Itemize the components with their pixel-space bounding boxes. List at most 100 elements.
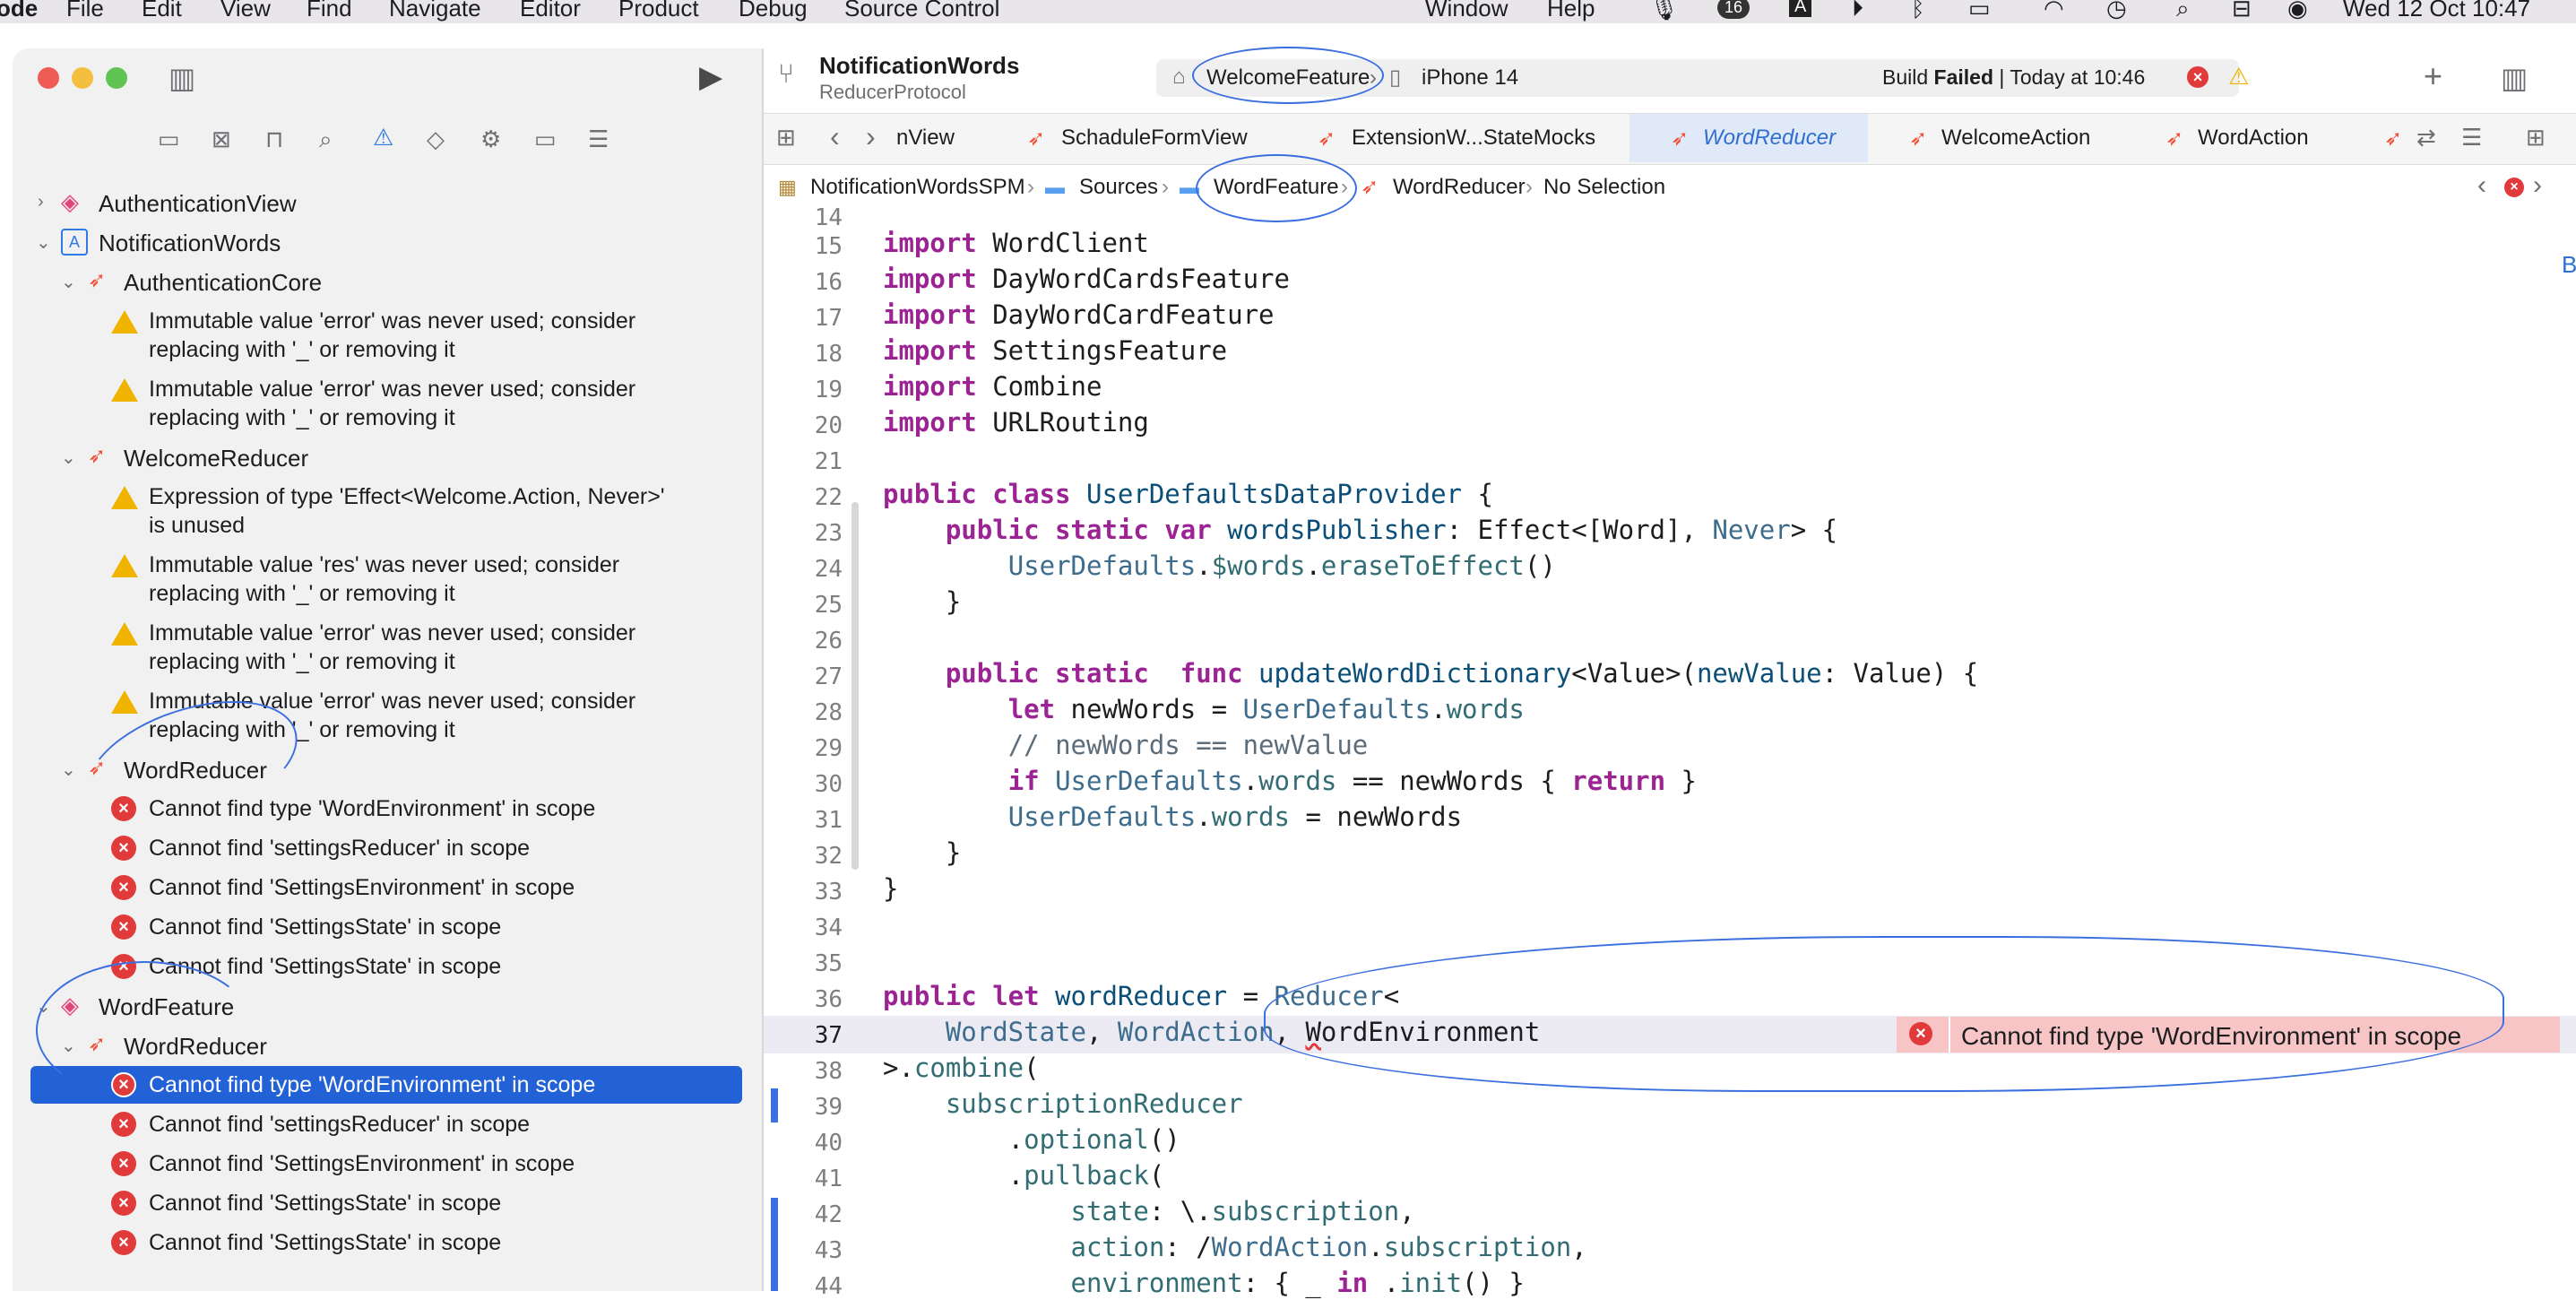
- code-line[interactable]: >.combine(: [883, 1053, 1040, 1083]
- warning-count-icon[interactable]: ⚠: [2228, 63, 2249, 91]
- zoom-window-button[interactable]: [106, 67, 127, 89]
- menu-product[interactable]: Product: [618, 0, 699, 22]
- code-line[interactable]: public static func updateWordDictionary<…: [883, 658, 1978, 689]
- code-line[interactable]: }: [883, 586, 961, 617]
- minimize-window-button[interactable]: [72, 67, 93, 89]
- menu-clock[interactable]: Wed 12 Oct 10:47: [2343, 0, 2530, 22]
- tab-nview[interactable]: nView: [896, 115, 955, 161]
- menu-file[interactable]: File: [66, 0, 104, 22]
- code-line[interactable]: environment: { _ in .init() }: [883, 1268, 1525, 1298]
- destination-selector[interactable]: iPhone 14: [1422, 65, 1518, 91]
- issue-warning-text[interactable]: Immutable value 'error' was never used; …: [149, 619, 635, 676]
- tab-schaduleformview[interactable]: SchaduleFormView: [1061, 115, 1248, 161]
- spotlight-icon[interactable]: ⌕: [2176, 0, 2190, 23]
- back-icon[interactable]: ‹: [830, 120, 840, 153]
- breadcrumb-package[interactable]: NotificationWordsSPM: [810, 175, 1025, 200]
- editor-options-icon[interactable]: ☰: [2461, 124, 2482, 152]
- source-control-navigator-icon[interactable]: ⊠: [212, 126, 231, 153]
- tree-item-notificationwords[interactable]: NotificationWords: [99, 230, 281, 257]
- code-line[interactable]: action: /WordAction.subscription,: [883, 1232, 1587, 1262]
- bluetooth-icon[interactable]: ᛒ: [1911, 0, 1925, 22]
- add-library-icon[interactable]: +: [2424, 57, 2442, 95]
- menu-app-name[interactable]: ode: [0, 0, 38, 22]
- play-status-icon[interactable]: ⏵: [1852, 0, 1863, 23]
- menu-window[interactable]: Window: [1425, 0, 1508, 22]
- build-status[interactable]: Build Failed | Today at 10:46: [1882, 65, 2145, 90]
- disclosure-expanded-icon[interactable]: ⌄: [61, 271, 76, 293]
- notification-badge[interactable]: 16: [1717, 0, 1750, 19]
- issue-error-text[interactable]: Cannot find 'SettingsEnvironment' in sco…: [149, 873, 575, 902]
- previous-issue-icon[interactable]: ‹: [2477, 170, 2486, 201]
- code-line[interactable]: import URLRouting: [883, 407, 1149, 438]
- sidebar-toggle-icon[interactable]: ▥: [169, 61, 195, 95]
- battery-icon[interactable]: ▭: [1968, 0, 1991, 22]
- add-editor-icon[interactable]: ⊞: [2526, 124, 2546, 152]
- code-line[interactable]: }: [883, 873, 898, 904]
- close-window-button[interactable]: [38, 67, 59, 89]
- disclosure-expanded-icon[interactable]: ⌄: [36, 231, 51, 254]
- code-line[interactable]: .optional(): [883, 1124, 1180, 1155]
- code-line[interactable]: UserDefaults.words = newWords: [883, 802, 1462, 832]
- menu-navigate[interactable]: Navigate: [389, 0, 481, 22]
- code-line[interactable]: public static var wordsPublisher: Effect…: [883, 515, 1837, 545]
- tree-item-welcomereducer[interactable]: WelcomeReducer: [124, 445, 308, 472]
- tab-wordaction[interactable]: WordAction: [2198, 115, 2309, 161]
- breadcrumb-wordreducer[interactable]: WordReducer: [1393, 175, 1526, 200]
- related-items-icon[interactable]: ⊞: [776, 124, 796, 152]
- issue-error-text[interactable]: Cannot find 'settingsReducer' in scope: [149, 834, 530, 862]
- code-line[interactable]: if UserDefaults.words == newWords { retu…: [883, 766, 1697, 796]
- menu-editor[interactable]: Editor: [520, 0, 581, 22]
- issue-warning-text[interactable]: Immutable value 'res' was never used; co…: [149, 550, 619, 608]
- issue-warning-text[interactable]: Expression of type 'Effect<Welcome.Actio…: [149, 482, 665, 540]
- issue-warning-text[interactable]: Immutable value 'error' was never used; …: [149, 375, 635, 432]
- debug-navigator-icon[interactable]: ⚙: [480, 126, 501, 153]
- code-line[interactable]: import DayWordCardsFeature: [883, 264, 1290, 294]
- issue-warning-text[interactable]: Immutable value 'error' was never used; …: [149, 307, 635, 364]
- disclosure-expanded-icon[interactable]: ⌄: [61, 446, 76, 469]
- menu-edit[interactable]: Edit: [142, 0, 182, 22]
- tab-wordreducer[interactable]: WordReducer: [1703, 115, 1836, 161]
- microphone-icon[interactable]: 🎙: [1649, 0, 1679, 22]
- issue-error-text[interactable]: Cannot find 'SettingsEnvironment' in sco…: [149, 1149, 575, 1178]
- code-line[interactable]: // newWords == newValue: [883, 730, 1369, 760]
- split-editor-icon[interactable]: ⇄: [2416, 124, 2436, 152]
- menu-find[interactable]: Find: [307, 0, 352, 22]
- disclosure-collapsed-icon[interactable]: ›: [38, 192, 44, 212]
- tree-item-authenticationview[interactable]: AuthenticationView: [99, 190, 297, 218]
- issue-error-text[interactable]: Cannot find 'settingsReducer' in scope: [149, 1110, 530, 1139]
- code-line[interactable]: import SettingsFeature: [883, 335, 1227, 366]
- branch-name[interactable]: ReducerProtocol: [819, 81, 966, 104]
- siri-icon[interactable]: ◉: [2287, 0, 2308, 22]
- error-count-icon[interactable]: ×: [2187, 66, 2209, 88]
- menu-debug[interactable]: Debug: [739, 0, 808, 22]
- inspector-toggle-icon[interactable]: ▥: [2501, 61, 2528, 95]
- code-line[interactable]: public class UserDefaultsDataProvider {: [883, 479, 1493, 509]
- code-line[interactable]: }: [883, 837, 961, 868]
- time-machine-icon[interactable]: ◷: [2106, 0, 2127, 22]
- control-center-icon[interactable]: ⊟: [2232, 0, 2252, 22]
- code-line[interactable]: import DayWordCardFeature: [883, 299, 1275, 330]
- test-navigator-icon[interactable]: ◇: [427, 126, 445, 153]
- run-button[interactable]: ▶: [699, 59, 722, 95]
- issue-error-text[interactable]: Cannot find 'SettingsState' in scope: [149, 1228, 501, 1257]
- symbol-navigator-icon[interactable]: ⊓: [265, 126, 283, 153]
- disclosure-expanded-icon[interactable]: ⌄: [61, 758, 76, 781]
- code-line[interactable]: .pullback(: [883, 1160, 1165, 1191]
- find-navigator-icon[interactable]: ⌕: [319, 126, 333, 154]
- next-issue-icon[interactable]: ›: [2533, 170, 2542, 201]
- tab-welcomeaction[interactable]: WelcomeAction: [1941, 115, 2090, 161]
- forward-icon[interactable]: ›: [866, 120, 876, 153]
- tree-item-authenticationcore[interactable]: AuthenticationCore: [124, 269, 322, 297]
- report-navigator-icon[interactable]: ☰: [588, 126, 609, 153]
- project-navigator-icon[interactable]: ▭: [158, 126, 180, 153]
- breakpoint-navigator-icon[interactable]: ▭: [534, 126, 557, 153]
- tab-extension-statemocks[interactable]: ExtensionW...StateMocks: [1352, 115, 1595, 161]
- issue-error-text[interactable]: Cannot find 'SettingsState' in scope: [149, 913, 501, 941]
- breadcrumb-no-selection[interactable]: No Selection: [1543, 175, 1665, 200]
- menu-help[interactable]: Help: [1547, 0, 1595, 22]
- code-fold-ribbon[interactable]: [851, 502, 859, 870]
- code-line[interactable]: subscriptionReducer: [883, 1088, 1243, 1119]
- code-line[interactable]: UserDefaults.$words.eraseToEffect(): [883, 550, 1556, 581]
- menu-view[interactable]: View: [220, 0, 271, 22]
- wifi-icon[interactable]: ◠: [2044, 0, 2064, 22]
